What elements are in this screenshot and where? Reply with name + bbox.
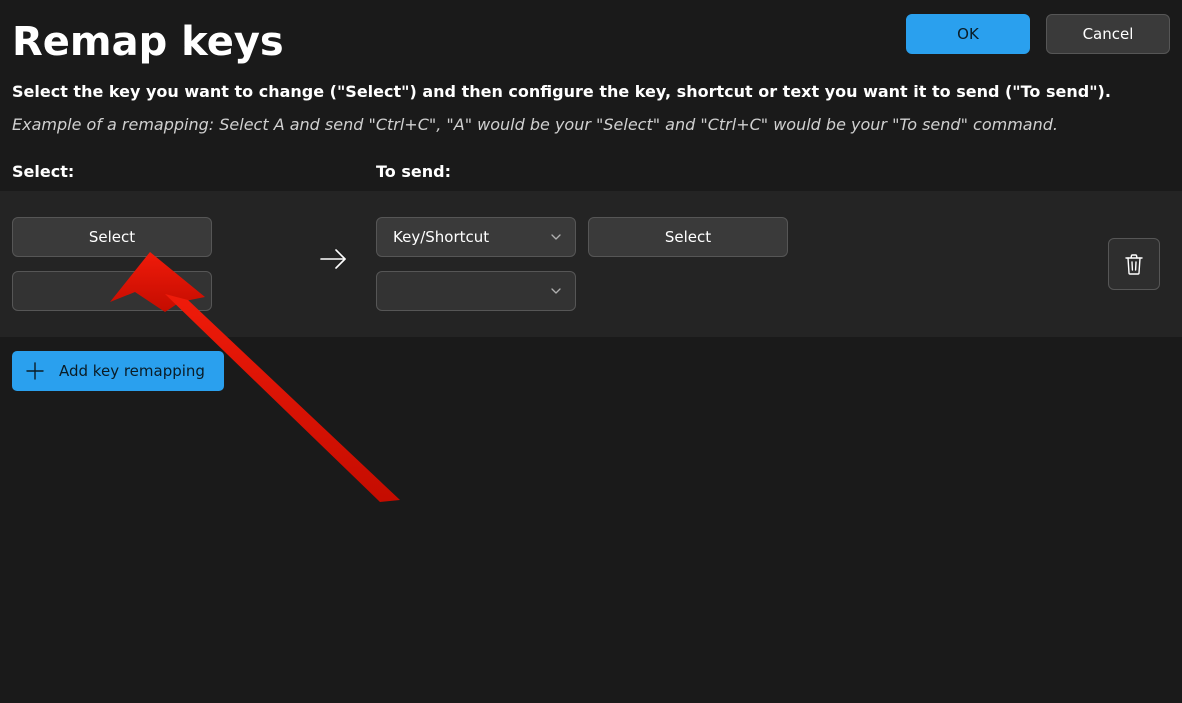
- column-headers: Select: To send:: [0, 134, 1182, 191]
- header-buttons: OK Cancel: [906, 10, 1170, 54]
- add-key-remapping-button[interactable]: Add key remapping: [12, 351, 224, 391]
- select-key-dropdown[interactable]: [12, 271, 212, 311]
- send-type-dropdown[interactable]: Key/Shortcut: [376, 217, 576, 257]
- select-key-button[interactable]: Select: [12, 217, 212, 257]
- arrow-separator: [292, 217, 376, 271]
- column-header-to-send: To send:: [376, 162, 451, 181]
- intro-line-2: Example of a remapping: Select A and sen…: [12, 115, 1170, 134]
- ok-button[interactable]: OK: [906, 14, 1030, 54]
- page-title: Remap keys: [12, 20, 284, 64]
- chevron-down-icon: [549, 230, 563, 244]
- intro-line-1: Select the key you want to change ("Sele…: [12, 82, 1170, 101]
- send-select-button[interactable]: Select: [588, 217, 788, 257]
- trash-icon: [1124, 253, 1144, 275]
- delete-row-button[interactable]: [1108, 238, 1160, 290]
- plus-icon: [25, 361, 45, 381]
- header: Remap keys OK Cancel: [0, 0, 1182, 64]
- cancel-button[interactable]: Cancel: [1046, 14, 1170, 54]
- send-key-dropdown[interactable]: [376, 271, 576, 311]
- send-type-value: Key/Shortcut: [393, 228, 549, 246]
- intro-text: Select the key you want to change ("Sele…: [0, 64, 1182, 134]
- column-header-select: Select:: [12, 162, 376, 181]
- arrow-right-icon: [319, 247, 349, 271]
- select-column: Select: [12, 217, 292, 311]
- to-send-column: Key/Shortcut Select: [376, 217, 788, 311]
- chevron-down-icon: [549, 284, 563, 298]
- remap-row: Select Key/Shortcut Select: [0, 191, 1182, 337]
- delete-column: [1108, 238, 1170, 290]
- add-button-label: Add key remapping: [59, 362, 205, 380]
- add-row-container: Add key remapping: [0, 337, 1182, 405]
